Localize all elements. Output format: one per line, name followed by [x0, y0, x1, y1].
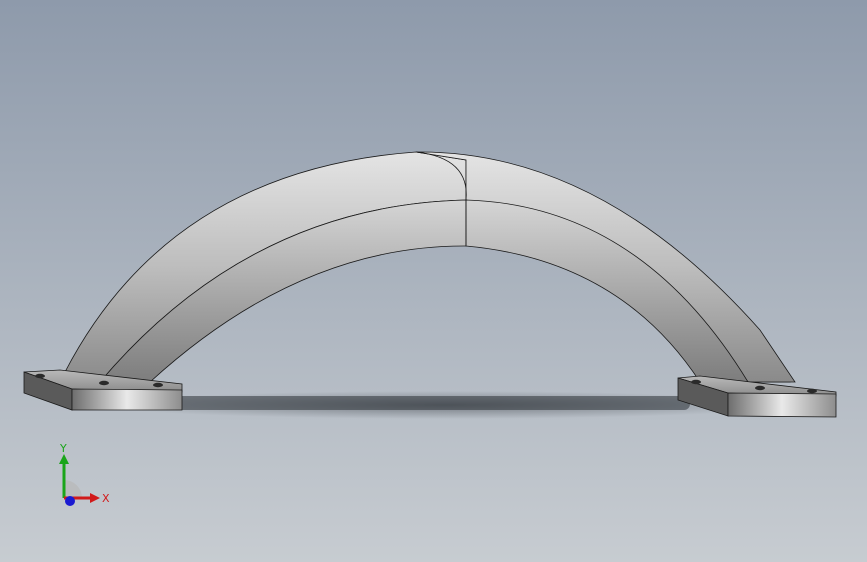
right-base-hole-2	[755, 385, 765, 391]
z-axis-dot	[65, 496, 75, 506]
left-base-front	[71, 388, 183, 411]
floor-shadow-core	[170, 396, 690, 410]
right-base-front	[727, 392, 837, 418]
axis-plane-indicator	[64, 480, 82, 498]
x-axis-arrow	[90, 493, 100, 503]
y-axis-label: Y	[59, 442, 67, 455]
right-base-hole-3	[807, 388, 817, 394]
left-base-hole-3	[153, 382, 163, 388]
left-base-hole-2	[99, 380, 109, 386]
x-axis-label: X	[102, 492, 110, 505]
axis-triad: Y X	[59, 442, 110, 506]
model-scene[interactable]	[0, 0, 867, 562]
left-base-hole-1	[35, 373, 45, 379]
graphics-viewport[interactable]: Y X	[0, 0, 867, 562]
y-axis-arrow	[59, 454, 69, 464]
right-base-hole-1	[691, 379, 701, 385]
